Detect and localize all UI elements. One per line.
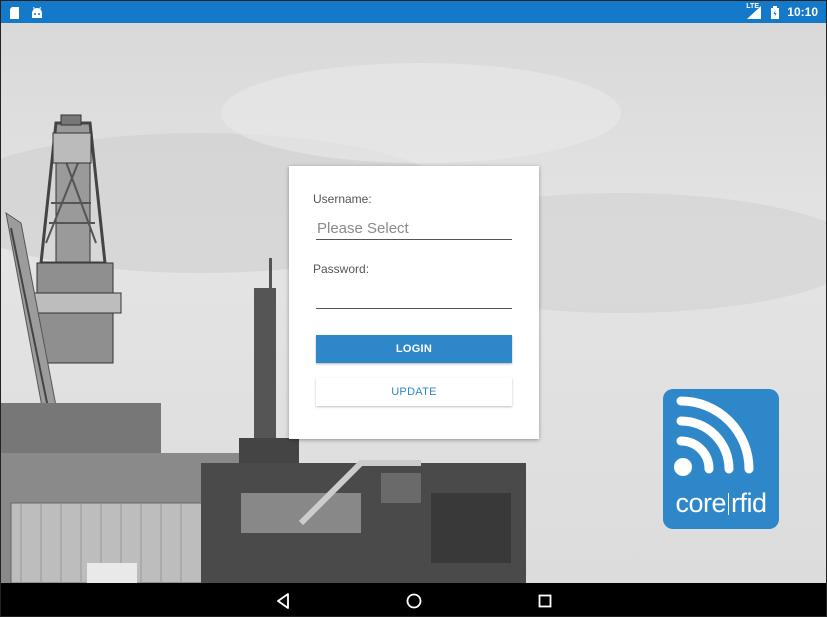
battery-icon — [771, 5, 780, 19]
navigation-bar — [1, 583, 826, 616]
back-icon[interactable] — [270, 588, 296, 614]
login-card: Username: Password: LOGIN UPDATE — [289, 166, 539, 439]
update-button[interactable]: UPDATE — [316, 378, 512, 406]
network-type: LTE — [746, 2, 759, 10]
home-icon[interactable] — [401, 588, 427, 614]
logo-divider — [728, 493, 729, 515]
status-right: LTE 10:10 — [746, 2, 818, 20]
logo-text: core rfid — [663, 488, 779, 519]
signal-icon: LTE — [746, 2, 763, 19]
corerfid-logo: core rfid — [663, 389, 779, 529]
rfid-signal-icon — [674, 396, 754, 476]
status-left — [9, 6, 43, 19]
password-label: Password: — [313, 262, 370, 276]
password-field[interactable] — [316, 287, 512, 309]
username-label: Username: — [313, 192, 372, 206]
status-bar: LTE 10:10 — [1, 1, 826, 23]
recents-icon[interactable] — [532, 588, 558, 614]
logo-text-rfid: rfid — [731, 488, 767, 518]
logo-text-core: core — [675, 488, 726, 518]
sd-card-icon — [9, 6, 21, 19]
device-screen: LTE 10:10 Username: Please Select Passwo… — [0, 0, 827, 617]
username-select-input[interactable] — [316, 218, 512, 240]
login-button[interactable]: LOGIN — [316, 335, 512, 363]
status-time: 10:10 — [787, 5, 818, 19]
android-icon — [31, 6, 43, 18]
